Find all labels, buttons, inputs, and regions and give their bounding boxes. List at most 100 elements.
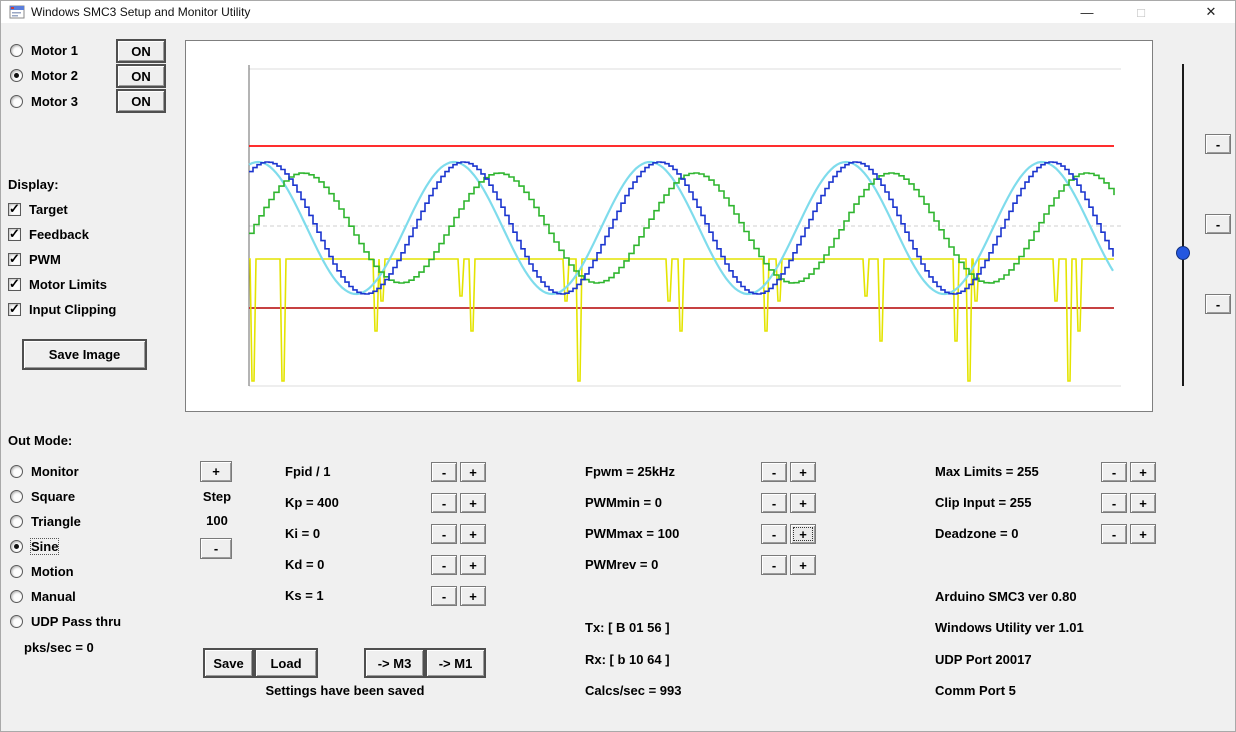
motor-2-on-button[interactable]: ON <box>116 64 166 88</box>
close-button[interactable]: ✕ <box>1187 1 1235 23</box>
motor-2-radio[interactable] <box>10 69 23 82</box>
chart-area <box>185 40 1153 412</box>
comm-port: Comm Port 5 <box>935 683 1016 698</box>
kp-plus-button[interactable]: + <box>460 493 486 513</box>
pwmmax-plus-button[interactable]: + <box>790 524 816 544</box>
sine-radio[interactable] <box>10 540 23 553</box>
save-button[interactable]: Save <box>203 648 254 678</box>
out-mode-row-square: Square <box>10 489 75 504</box>
pks-per-sec-label: pks/sec = 0 <box>24 640 94 655</box>
deadzone-label: Deadzone = 0 <box>935 526 1019 541</box>
pwmmin-plus-button[interactable]: + <box>790 493 816 513</box>
step-minus-button[interactable]: - <box>200 538 232 559</box>
kp-label: Kp = 400 <box>285 495 339 510</box>
fpwm-label: Fpwm = 25kHz <box>585 464 675 479</box>
tx-readout: Tx: [ B 01 56 ] <box>585 620 670 635</box>
checkbox-row-pwm: PWM <box>8 251 61 267</box>
triangle-radio[interactable] <box>10 515 23 528</box>
max-limits-minus-button[interactable]: - <box>1101 462 1127 482</box>
square-radio[interactable] <box>10 490 23 503</box>
udp-pass-thru-label: UDP Pass thru <box>31 614 122 629</box>
checkbox-row-motor-limits: Motor Limits <box>8 276 107 292</box>
clip-input-minus-button[interactable]: - <box>1101 493 1127 513</box>
max-limits-label: Max Limits = 255 <box>935 464 1039 479</box>
udp-pass-thru-radio[interactable] <box>10 615 23 628</box>
maximize-button[interactable]: □ <box>1117 1 1165 23</box>
motion-label: Motion <box>31 564 74 579</box>
ki-minus-button[interactable]: - <box>431 524 457 544</box>
arduino-version: Arduino SMC3 ver 0.80 <box>935 589 1077 604</box>
max-limits-plus-button[interactable]: + <box>1130 462 1156 482</box>
step-plus-button[interactable]: + <box>200 461 232 482</box>
motor-1-radio[interactable] <box>10 44 23 57</box>
fpwm-plus-button[interactable]: + <box>790 462 816 482</box>
step-label: Step <box>202 489 232 504</box>
pwmrev-label: PWMrev = 0 <box>585 557 659 572</box>
fpid-plus-button[interactable]: + <box>460 462 486 482</box>
utility-version: Windows Utility ver 1.01 <box>935 620 1084 635</box>
motor-limits-checkbox[interactable] <box>8 276 21 292</box>
pwmmax-minus-button[interactable]: - <box>761 524 787 544</box>
manual-label: Manual <box>31 589 76 604</box>
checkbox-row-input-clipping: Input Clipping <box>8 301 117 317</box>
to-m3-button[interactable]: -> M3 <box>364 648 425 678</box>
feedback-label: Feedback <box>29 227 89 242</box>
pwmmin-minus-button[interactable]: - <box>761 493 787 513</box>
ks-label: Ks = 1 <box>285 588 324 603</box>
fpwm-minus-button[interactable]: - <box>761 462 787 482</box>
motor-3-row: Motor 3 <box>10 94 78 109</box>
calcs-per-sec: Calcs/sec = 993 <box>585 683 682 698</box>
kd-minus-button[interactable]: - <box>431 555 457 575</box>
out-mode-heading: Out Mode: <box>8 433 73 448</box>
pwmmin-label: PWMmin = 0 <box>585 495 662 510</box>
motion-radio[interactable] <box>10 565 23 578</box>
load-button[interactable]: Load <box>254 648 318 678</box>
kp-minus-button[interactable]: - <box>431 493 457 513</box>
zoom-slider-track[interactable] <box>1182 64 1184 386</box>
motor-1-on-button[interactable]: ON <box>116 39 166 63</box>
monitor-radio[interactable] <box>10 465 23 478</box>
deadzone-minus-button[interactable]: - <box>1101 524 1127 544</box>
pwmmax-label: PWMmax = 100 <box>585 526 680 541</box>
out-mode-row-triangle: Triangle <box>10 514 81 529</box>
input-clipping-label: Input Clipping <box>29 302 117 317</box>
scale-minus-button-3[interactable]: - <box>1205 294 1231 314</box>
deadzone-plus-button[interactable]: + <box>1130 524 1156 544</box>
kd-plus-button[interactable]: + <box>460 555 486 575</box>
fpid-minus-button[interactable]: - <box>431 462 457 482</box>
clip-input-plus-button[interactable]: + <box>1130 493 1156 513</box>
target-checkbox[interactable] <box>8 201 21 217</box>
feedback-checkbox[interactable] <box>8 226 21 242</box>
pwmrev-minus-button[interactable]: - <box>761 555 787 575</box>
window-title: Windows SMC3 Setup and Monitor Utility <box>31 5 251 19</box>
input-clipping-checkbox[interactable] <box>8 301 21 317</box>
save-image-button[interactable]: Save Image <box>22 339 147 370</box>
zoom-slider-handle[interactable] <box>1176 246 1190 260</box>
monitor-label: Monitor <box>31 464 79 479</box>
ks-plus-button[interactable]: + <box>460 586 486 606</box>
clip-input-label: Clip Input = 255 <box>935 495 1032 510</box>
target-label: Target <box>29 202 68 217</box>
scale-minus-button-1[interactable]: - <box>1205 134 1231 154</box>
scale-minus-button-2[interactable]: - <box>1205 214 1231 234</box>
ki-plus-button[interactable]: + <box>460 524 486 544</box>
display-heading: Display: <box>8 177 59 192</box>
motor-3-radio[interactable] <box>10 95 23 108</box>
to-m1-button[interactable]: -> M1 <box>425 648 486 678</box>
minimize-button[interactable]: — <box>1063 1 1111 23</box>
checkbox-row-feedback: Feedback <box>8 226 89 242</box>
ks-minus-button[interactable]: - <box>431 586 457 606</box>
app-window: Windows SMC3 Setup and Monitor Utility —… <box>0 0 1236 732</box>
app-icon <box>9 4 25 20</box>
pwm-checkbox[interactable] <box>8 251 21 267</box>
out-mode-row-monitor: Monitor <box>10 464 79 479</box>
rx-readout: Rx: [ b 10 64 ] <box>585 652 670 667</box>
motor-3-on-button[interactable]: ON <box>116 89 166 113</box>
pwmrev-plus-button[interactable]: + <box>790 555 816 575</box>
out-mode-row-motion: Motion <box>10 564 74 579</box>
ki-label: Ki = 0 <box>285 526 321 541</box>
motor-limits-label: Motor Limits <box>29 277 107 292</box>
manual-radio[interactable] <box>10 590 23 603</box>
motor-3-label: Motor 3 <box>31 94 78 109</box>
fpid-label: Fpid / 1 <box>285 464 331 479</box>
